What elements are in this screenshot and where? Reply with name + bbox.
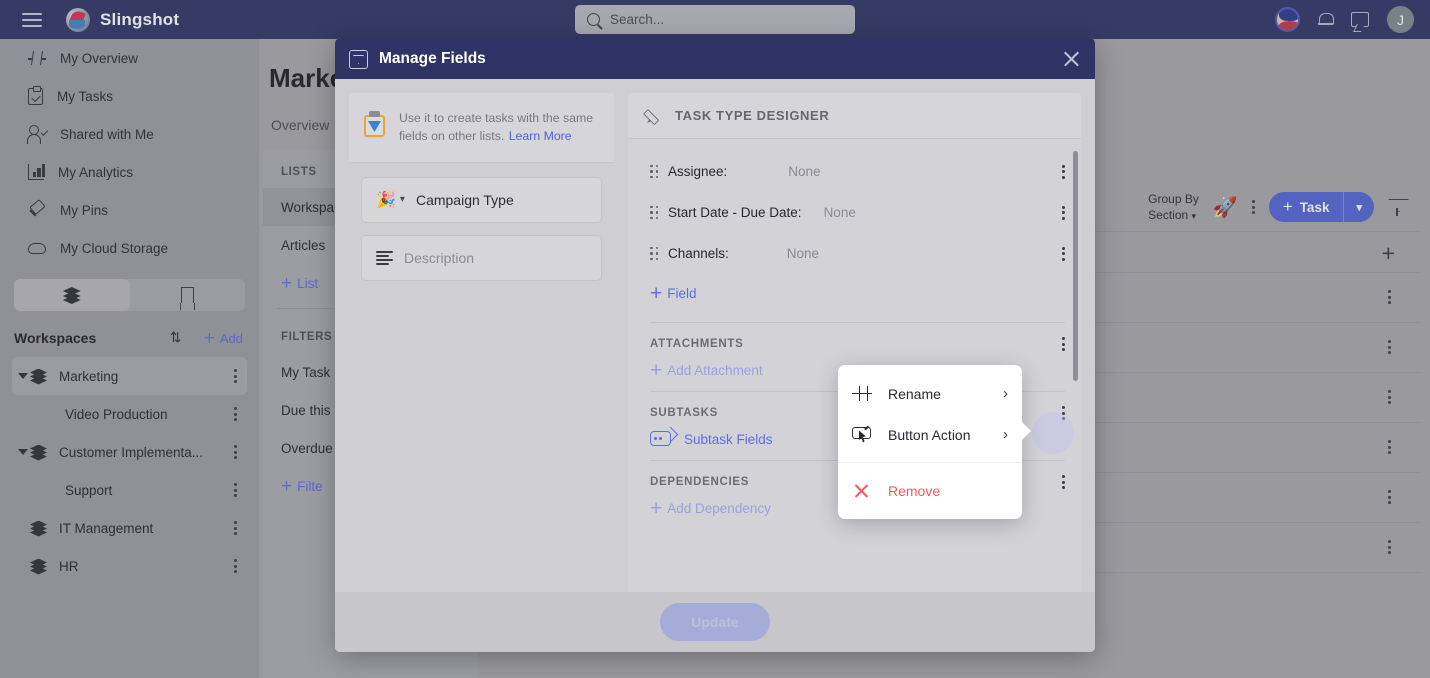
plus-icon: +: [650, 281, 663, 305]
section-kebab-icon[interactable]: [1062, 337, 1065, 351]
pencil-icon: [646, 107, 663, 124]
designer-row-channels[interactable]: Channels: None: [628, 233, 1081, 274]
context-menu-label: Remove: [888, 482, 941, 499]
field-description[interactable]: Description: [361, 234, 602, 281]
dialog-header: Manage Fields: [335, 38, 1095, 79]
dialog-footer: Update: [335, 592, 1095, 652]
close-icon[interactable]: [1062, 49, 1081, 68]
dialog-body: Use it to create tasks with the same fie…: [335, 79, 1095, 612]
drag-handle-icon[interactable]: [650, 164, 659, 179]
lines-icon: [376, 250, 393, 265]
chevron-down-icon[interactable]: ▾: [400, 194, 405, 205]
row-name: Channels:: [668, 246, 729, 261]
context-menu-label: Rename: [888, 385, 941, 402]
designer-title: TASK TYPE DESIGNER: [675, 108, 830, 123]
row-kebab-icon[interactable]: [1062, 164, 1065, 179]
drag-handle-icon[interactable]: [650, 205, 659, 220]
task-type-designer-panel: TASK TYPE DESIGNER Assignee: None Start …: [628, 93, 1081, 598]
kebab-hover-highlight: [1032, 412, 1074, 454]
section-kebab-icon[interactable]: [1062, 475, 1065, 489]
section-title: DEPENDENCIES: [650, 476, 750, 488]
context-menu-label: Button Action: [888, 426, 971, 443]
row-kebab-icon[interactable]: [1062, 246, 1065, 261]
subtask-fields-icon: [650, 426, 679, 448]
plus-icon: +: [650, 358, 663, 382]
app-root: Marke Overview LISTS Workspa Articles + …: [0, 0, 1430, 678]
manage-fields-dialog: Manage Fields Use it to create tasks wit…: [335, 38, 1095, 652]
x-icon: [852, 482, 874, 500]
row-name: Assignee:: [668, 164, 728, 179]
designer-row-start-due-date[interactable]: Start Date - Due Date: None: [628, 192, 1081, 233]
fields-panel: Use it to create tasks with the same fie…: [349, 93, 614, 598]
celebration-emoji-icon: 🎉: [376, 191, 396, 209]
row-kebab-icon[interactable]: [1062, 205, 1065, 220]
add-attachment-label: Add Attachment: [667, 362, 763, 378]
field-placeholder: Description: [404, 249, 475, 266]
row-value: None: [788, 164, 821, 179]
row-value: None: [823, 205, 856, 220]
row-value: None: [786, 246, 820, 261]
context-menu-item-button-action[interactable]: Button Action ›: [838, 414, 1022, 455]
learn-more-link[interactable]: Learn More: [509, 129, 572, 143]
section-title: ATTACHMENTS: [650, 338, 744, 350]
context-menu-item-remove[interactable]: Remove: [838, 470, 1022, 511]
subtask-fields-label: Subtask Fields: [684, 431, 773, 447]
hint-card: Use it to create tasks with the same fie…: [349, 93, 614, 163]
designer-header: TASK TYPE DESIGNER: [628, 93, 1081, 139]
row-name: Start Date - Due Date:: [668, 205, 802, 220]
field-label: Campaign Type: [415, 191, 514, 208]
section-title: SUBTASKS: [650, 407, 719, 419]
designer-scrollbar[interactable]: [1073, 151, 1078, 381]
designer-row-assignee[interactable]: Assignee: None: [628, 151, 1081, 192]
drag-handle-icon[interactable]: [650, 246, 659, 261]
section-header-attachments: ATTACHMENTS: [628, 323, 1081, 351]
add-field-label: Field: [667, 285, 697, 301]
field-context-menu: Rename › Button Action › Remove: [838, 365, 1031, 519]
rename-icon: [852, 385, 874, 403]
manage-fields-icon: [349, 48, 368, 69]
field-campaign-type[interactable]: 🎉 ▾ Campaign Type: [361, 176, 602, 223]
update-button[interactable]: Update: [660, 603, 770, 641]
add-dependency-label: Add Dependency: [667, 500, 771, 516]
dialog-title: Manage Fields: [379, 49, 486, 67]
clipboard-funnel-icon: [363, 111, 387, 137]
context-menu-divider: [838, 462, 1022, 463]
context-menu-item-rename[interactable]: Rename ›: [838, 373, 1022, 414]
chevron-right-icon: ›: [1003, 426, 1008, 443]
add-field-button[interactable]: + Field: [628, 274, 1081, 308]
button-action-icon: [852, 425, 874, 444]
field-list: 🎉 ▾ Campaign Type Description: [349, 162, 614, 598]
plus-icon: +: [650, 496, 663, 520]
chevron-right-icon: ›: [1003, 385, 1008, 402]
